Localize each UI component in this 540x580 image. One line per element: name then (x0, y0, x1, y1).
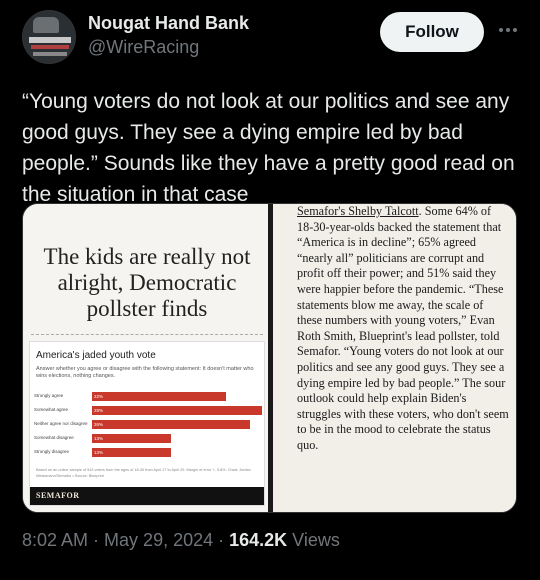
bar-category-label: Somewhat agree (34, 407, 69, 412)
semafor-logo: SEMAFOR (36, 491, 80, 500)
bar: 13% (92, 434, 171, 443)
display-name[interactable]: Nougat Hand Bank (88, 13, 249, 34)
dashed-divider (31, 334, 263, 335)
bar-category-label: Neither agree nor disagree (34, 421, 88, 426)
article-body-text: . Some 64% of 18-30-year-olds backed the… (297, 204, 509, 452)
bar-row: Neither agree nor disagree 26% (30, 420, 266, 429)
handle[interactable]: @WireRacing (88, 37, 249, 58)
meta-separator: · (88, 530, 105, 550)
bar: 26% (92, 420, 250, 429)
author-block: Nougat Hand Bank @WireRacing (88, 13, 249, 58)
article-screenshot: The kids are really not alright, Democra… (23, 204, 268, 512)
bar-category-label: Strongly agree (34, 393, 64, 398)
article-body: Semafor's Shelby Talcott. Some 64% of 18… (297, 204, 509, 454)
author-link: Semafor's Shelby Talcott (297, 204, 419, 218)
meta-separator: · (213, 530, 230, 550)
tweet-meta: 8:02 AM · May 29, 2024 · 164.2K Views (22, 530, 340, 551)
bar: 13% (92, 448, 171, 457)
follow-button[interactable]: Follow (380, 12, 484, 52)
chart-card: America's jaded youth vote Answer whethe… (29, 341, 265, 506)
avatar[interactable] (22, 10, 76, 64)
tweet-image[interactable]: The kids are really not alright, Democra… (22, 203, 517, 513)
views-count: 164.2K (229, 530, 288, 550)
tweet-text: “Young voters do not look at our politic… (22, 90, 515, 206)
bar-row: Somewhat agree 28% (30, 406, 266, 415)
tweet-date[interactable]: May 29, 2024 (104, 530, 213, 550)
bar-value-label: 26% (94, 422, 104, 427)
bar-value-label: 13% (94, 436, 104, 441)
article-text-screenshot: Semafor's Shelby Talcott. Some 64% of 18… (273, 204, 516, 512)
bar-value-label: 28% (94, 408, 104, 413)
article-headline: The kids are really not alright, Democra… (43, 244, 251, 321)
bar-row: Strongly agree 22% (30, 392, 266, 401)
bar-row: Strongly disagree 13% (30, 448, 266, 457)
chart-subtitle: Answer whether you agree or disagree wit… (36, 366, 254, 379)
tweet-header: Nougat Hand Bank @WireRacing Follow (22, 10, 522, 66)
bar: 28% (92, 406, 262, 415)
bar-value-label: 13% (94, 450, 104, 455)
brand-bar: SEMAFOR (30, 487, 264, 505)
bar-category-label: Strongly disagree (34, 449, 70, 454)
chart-title: America's jaded youth vote (36, 350, 156, 361)
bar-row: Somewhat disagree 13% (30, 434, 266, 443)
bar: 22% (92, 392, 226, 401)
more-options-icon[interactable] (496, 20, 520, 40)
tweet-time[interactable]: 8:02 AM (22, 530, 88, 550)
bar-value-label: 22% (94, 394, 104, 399)
views-label: Views (287, 530, 340, 550)
bar-category-label: Somewhat disagree (34, 435, 74, 440)
chart-footnote: Based on an online sample of 943 voters … (36, 468, 251, 478)
